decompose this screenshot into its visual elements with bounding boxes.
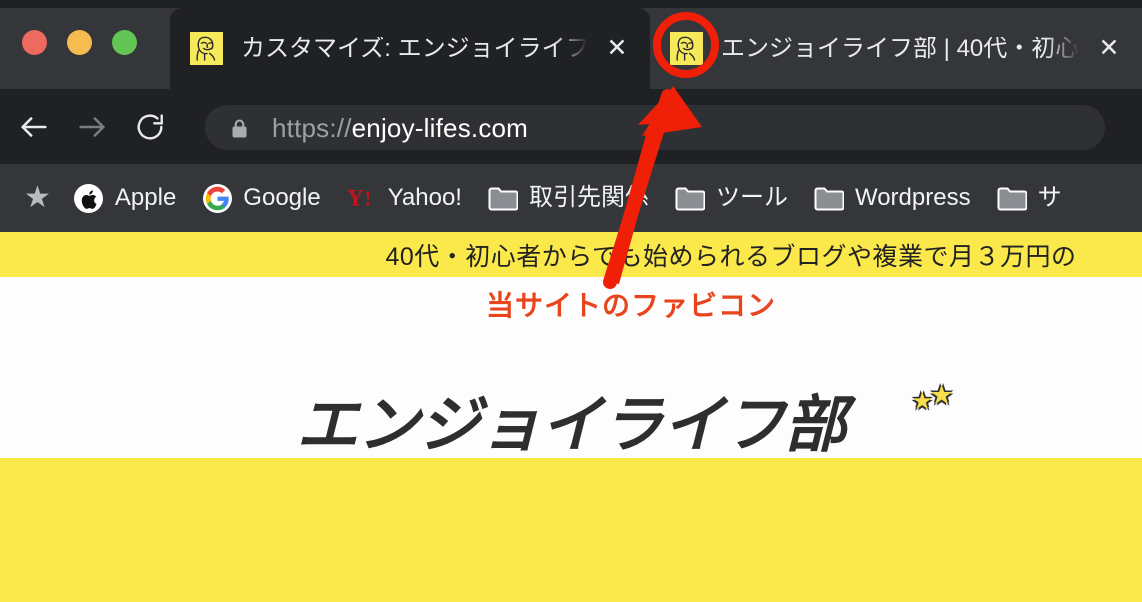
bookmark-folder-sa[interactable]: サ bbox=[984, 174, 1075, 222]
window-minimize-button[interactable] bbox=[67, 29, 92, 55]
browser-window: カスタマイズ: エンジョイライフ部 ✕ エンジョイライフ部 | 40代・初心 ✕… bbox=[0, 0, 1142, 602]
bookmarks-bar: ★ Apple Google Y ! Yahoo! 取引先関係 ツール Word… bbox=[0, 164, 1142, 232]
tab-strip: カスタマイズ: エンジョイライフ部 ✕ エンジョイライフ部 | 40代・初心 ✕ bbox=[0, 0, 1142, 89]
forward-arrow-icon[interactable] bbox=[68, 103, 116, 151]
browser-toolbar: https://enjoy-lifes.com bbox=[0, 89, 1142, 164]
bookmark-label: ツール bbox=[715, 184, 788, 211]
google-g-icon bbox=[202, 183, 232, 213]
address-bar-url: https://enjoy-lifes.com bbox=[272, 115, 528, 141]
lock-icon bbox=[231, 118, 248, 138]
bookmark-label: 取引先関係 bbox=[528, 184, 649, 211]
tab-favicon-icon bbox=[190, 32, 223, 65]
tab-customize[interactable]: カスタマイズ: エンジョイライフ部 ✕ bbox=[170, 8, 650, 89]
folder-icon bbox=[997, 183, 1027, 213]
tab-enjoy-life-bu[interactable]: エンジョイライフ部 | 40代・初心 ✕ bbox=[655, 8, 1142, 89]
yahoo-y-icon: Y ! bbox=[347, 183, 377, 213]
logo-star-icon: ★ bbox=[929, 380, 954, 410]
bookmark-label: Google bbox=[243, 184, 321, 211]
site-top-banner: 40代・初心者からでも始められるブログや複業で月３万円の bbox=[0, 232, 1142, 277]
site-top-banner-text: 40代・初心者からでも始められるブログや複業で月３万円の bbox=[385, 242, 1077, 271]
back-arrow-icon[interactable] bbox=[10, 103, 58, 151]
site-logo[interactable]: エンジョイライフ部 ★ ★ ★ bbox=[0, 382, 1142, 461]
bookmark-apple[interactable]: Apple bbox=[61, 174, 189, 222]
tab-strip-top-edge bbox=[0, 0, 1142, 8]
url-scheme: https:// bbox=[272, 112, 352, 143]
window-controls bbox=[22, 27, 138, 57]
address-bar[interactable]: https://enjoy-lifes.com bbox=[205, 105, 1105, 150]
bookmark-label: Yahoo! bbox=[387, 184, 462, 211]
reload-icon[interactable] bbox=[126, 103, 174, 151]
svg-text:!: ! bbox=[364, 186, 371, 210]
star-icon: ★ bbox=[24, 181, 51, 214]
site-hero-area bbox=[0, 458, 1142, 602]
browser-chrome: カスタマイズ: エンジョイライフ部 ✕ エンジョイライフ部 | 40代・初心 ✕… bbox=[0, 0, 1142, 232]
tab-close-icon[interactable]: ✕ bbox=[1088, 28, 1130, 70]
tab-favicon-icon bbox=[670, 32, 703, 65]
bookmarks-star-icon[interactable]: ★ bbox=[14, 174, 61, 222]
page-content: 40代・初心者からでも始められるブログや複業で月３万円の エンジョイライフ部 ★… bbox=[0, 232, 1142, 602]
bookmark-label: Apple bbox=[114, 184, 177, 211]
folder-icon bbox=[488, 183, 518, 213]
window-maximize-button[interactable] bbox=[112, 29, 137, 55]
bookmark-label: サ bbox=[1037, 184, 1062, 211]
bookmark-folder-torihikisaki[interactable]: 取引先関係 bbox=[475, 174, 662, 222]
apple-logo-icon bbox=[74, 183, 104, 213]
tab-title: エンジョイライフ部 | 40代・初心 bbox=[721, 36, 1080, 61]
folder-icon bbox=[675, 183, 705, 213]
site-header-area: エンジョイライフ部 ★ ★ ★ bbox=[0, 277, 1142, 458]
tab-title: カスタマイズ: エンジョイライフ部 bbox=[241, 36, 588, 61]
bookmark-folder-wordpress[interactable]: Wordpress bbox=[801, 174, 984, 222]
bookmark-folder-tool[interactable]: ツール bbox=[662, 174, 801, 222]
bookmark-yahoo[interactable]: Y ! Yahoo! bbox=[334, 174, 475, 222]
bookmark-google[interactable]: Google bbox=[189, 174, 333, 222]
window-close-button[interactable] bbox=[22, 29, 47, 55]
folder-icon bbox=[814, 183, 844, 213]
site-logo-text: エンジョイライフ部 bbox=[296, 388, 846, 461]
bookmark-label: Wordpress bbox=[854, 184, 971, 211]
svg-text:Y: Y bbox=[347, 185, 364, 211]
tab-close-icon[interactable]: ✕ bbox=[596, 28, 638, 70]
url-host: enjoy-lifes.com bbox=[351, 112, 529, 143]
